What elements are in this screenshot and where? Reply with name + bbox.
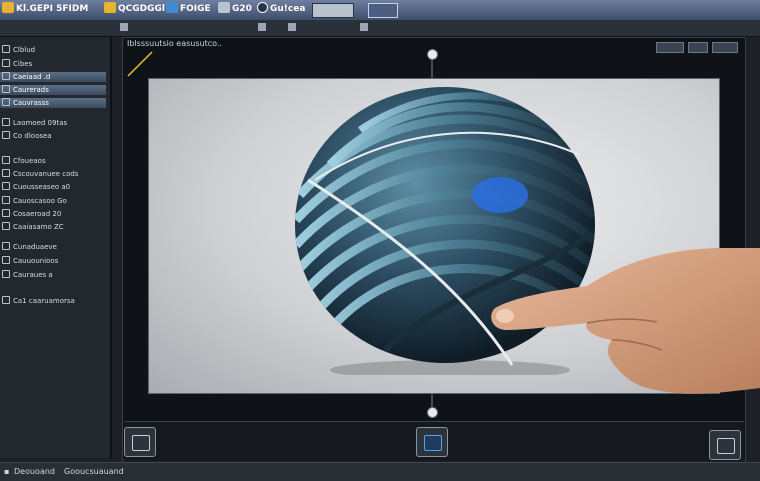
- settings-icon: [218, 2, 230, 13]
- toolbar-item-target[interactable]: Gu!cea: [257, 2, 308, 17]
- folder-icon: [2, 2, 14, 13]
- item-icon: [2, 242, 10, 250]
- toolbar-field[interactable]: [312, 3, 354, 18]
- list-item-label: Caaiasamo ZC: [13, 223, 64, 231]
- list-item[interactable]: Cauoscasoo Go: [0, 196, 106, 206]
- item-icon: [2, 209, 10, 217]
- status-icon: ▪: [4, 467, 10, 476]
- list-item-label: Cuousseaseo a0: [13, 183, 71, 191]
- list-item[interactable]: Cunaduaeve: [0, 242, 106, 252]
- status-text-secondary: Gooucsuauand: [64, 467, 124, 476]
- hand-shape: [491, 248, 760, 394]
- grid-icon[interactable]: [120, 23, 128, 31]
- list-item[interactable]: Cosaeroad 20: [0, 209, 106, 219]
- gizmo-yellow-axis: [127, 51, 153, 77]
- item-icon: [2, 72, 10, 80]
- toolbar-item-capture[interactable]: QCGDGGl: [104, 2, 168, 17]
- render-preview-button[interactable]: [416, 427, 448, 457]
- list-item[interactable]: Cauraues a: [0, 270, 106, 280]
- item-icon: [2, 222, 10, 230]
- toolbar-item-label: FOIGE: [180, 4, 211, 14]
- list-item[interactable]: Cibes: [0, 59, 106, 69]
- main-toolbar: Kl.GEPI 5FIDM QCGDGGl FOIGE G20 Gu!cea: [0, 0, 760, 21]
- list-item-selected[interactable]: Caurerads: [0, 85, 106, 95]
- view-icon[interactable]: [288, 23, 296, 31]
- toolbar-item-file[interactable]: Kl.GEPI 5FIDM: [2, 2, 91, 17]
- secondary-toolbar: [0, 20, 760, 37]
- item-icon: [2, 131, 10, 139]
- item-icon: [2, 85, 10, 93]
- list-item[interactable]: Cauuounioos: [0, 256, 106, 266]
- list-item-label: Caeiaad .d: [13, 73, 51, 81]
- item-icon: [2, 182, 10, 190]
- list-item-selected[interactable]: Caeiaad .d: [0, 72, 106, 82]
- list-item-label: Ca1 caaruamorsa: [13, 297, 75, 305]
- toolbar-item-settings[interactable]: G20: [218, 2, 255, 17]
- list-item[interactable]: Cscouvanuee cods: [0, 169, 106, 179]
- list-item[interactable]: Cfoueaos: [0, 156, 106, 166]
- toolbar-item-label: Gu!cea: [270, 4, 306, 14]
- list-item-label: Cfoueaos: [13, 157, 46, 165]
- toolbar-item-label: QCGDGGl: [118, 4, 165, 14]
- item-icon: [2, 169, 10, 177]
- target-icon: [257, 2, 268, 13]
- item-icon: [2, 256, 10, 264]
- item-icon: [2, 156, 10, 164]
- list-item-selected[interactable]: Cauvrasss: [0, 98, 106, 108]
- item-icon: [2, 270, 10, 278]
- item-icon: [2, 98, 10, 106]
- list-item[interactable]: Caaiasamo ZC: [0, 222, 106, 232]
- layers-icon[interactable]: [258, 23, 266, 31]
- list-item-label: Cauuounioos: [13, 257, 59, 265]
- list-item[interactable]: Ca1 caaruamorsa: [0, 296, 106, 306]
- toolbar-item-image[interactable]: FOIGE: [166, 2, 214, 17]
- status-bar: ▪ Deouoand Gooucsuauand: [0, 462, 760, 481]
- list-item-label: Laomoed 09tas: [13, 119, 68, 127]
- list-item[interactable]: Cuousseaseo a0: [0, 182, 106, 192]
- item-icon: [2, 296, 10, 304]
- toolbar-item-label: Kl.GEPI 5FIDM: [16, 4, 89, 14]
- camera-icon: [104, 2, 116, 13]
- render-preview-icon: [424, 435, 442, 451]
- fingernail: [496, 309, 514, 323]
- list-item[interactable]: Clblud: [0, 45, 106, 55]
- gizmo-handle-bottom[interactable]: [427, 407, 438, 418]
- list-item-label: Cibes: [13, 60, 33, 68]
- toolbar-small-button[interactable]: [368, 3, 398, 18]
- list-item-label: Co dloosea: [13, 132, 52, 140]
- render-icon[interactable]: [360, 23, 368, 31]
- camera-icon: [132, 435, 150, 451]
- toolbar-item-label: G20: [232, 4, 252, 14]
- list-item-label: Cauraues a: [13, 271, 53, 279]
- gizmo-handle-top[interactable]: [427, 49, 438, 60]
- item-icon: [2, 59, 10, 67]
- list-item-label: Cauoscasoo Go: [13, 197, 67, 205]
- item-icon: [2, 118, 10, 126]
- list-item-label: Cauvrasss: [13, 99, 49, 107]
- list-item-label: Cscouvanuee cods: [13, 170, 79, 178]
- list-item-label: Clblud: [13, 46, 36, 54]
- camera-view-button[interactable]: [124, 427, 156, 457]
- list-item[interactable]: Co dloosea: [0, 131, 106, 141]
- list-item-label: Cunaduaeve: [13, 243, 57, 251]
- pointing-hand: [491, 248, 760, 394]
- snapshot-button[interactable]: [709, 430, 741, 460]
- item-icon: [2, 196, 10, 204]
- list-item-label: Caurerads: [13, 86, 49, 94]
- list-item[interactable]: Laomoed 09tas: [0, 118, 106, 128]
- image-icon: [166, 2, 178, 13]
- item-icon: [2, 45, 10, 53]
- status-text-primary: Deouoand: [14, 467, 55, 476]
- list-item-label: Cosaeroad 20: [13, 210, 62, 218]
- sphere-highlight: [472, 177, 528, 213]
- snapshot-icon: [717, 438, 735, 454]
